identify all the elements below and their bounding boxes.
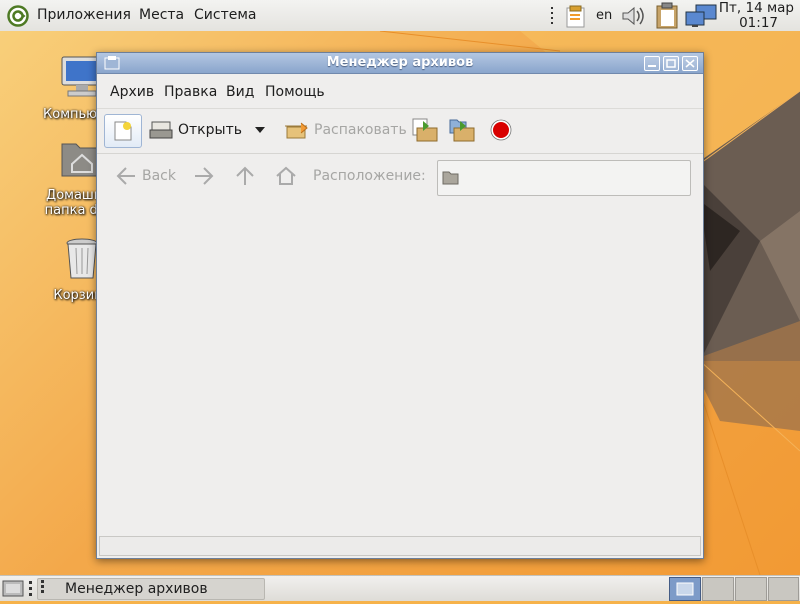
distro-logo-icon[interactable] <box>7 5 29 31</box>
panel-separator-icon <box>551 7 555 28</box>
stop-button[interactable] <box>490 114 512 146</box>
extract-icon <box>285 122 308 139</box>
clipboard-applet-icon[interactable] <box>561 4 589 32</box>
open-button-label: Открыть <box>178 122 242 138</box>
clock-date: Пт, 14 мар <box>718 0 794 16</box>
toolbar: Открыть Распаковать <box>97 109 703 154</box>
menu-applications[interactable]: Приложения <box>37 7 131 23</box>
workspace-window-icon <box>676 582 694 596</box>
location-label: Расположение: <box>313 168 426 184</box>
up-arrow-icon <box>236 166 254 185</box>
panel-handle-icon <box>29 581 33 601</box>
add-files-button[interactable] <box>411 114 439 146</box>
add-folder-icon <box>449 119 475 142</box>
minimize-button[interactable] <box>644 56 660 71</box>
open-dropdown-button[interactable] <box>253 114 267 146</box>
home-icon <box>276 166 296 185</box>
keyboard-layout-indicator[interactable]: en <box>596 8 612 23</box>
menubar: Архив Правка Вид Помощь <box>97 74 703 109</box>
taskbar-item-archive-manager[interactable]: Менеджер архивов <box>37 578 265 600</box>
back-button-label: Back <box>142 168 176 184</box>
workspace-4[interactable] <box>768 577 799 601</box>
menu-system[interactable]: Система <box>194 7 256 23</box>
show-desktop-button[interactable] <box>2 578 24 602</box>
bottom-panel: Менеджер архивов <box>0 575 800 601</box>
clipboard-manager-icon[interactable] <box>654 2 682 33</box>
extract-button-label: Распаковать <box>314 122 407 138</box>
open-archive-icon <box>149 121 173 139</box>
chevron-down-icon <box>255 127 265 133</box>
menu-archive[interactable]: Архив <box>110 84 154 100</box>
add-folder-button[interactable] <box>448 114 476 146</box>
new-archive-button[interactable] <box>104 114 142 148</box>
new-document-icon <box>114 121 132 141</box>
up-button[interactable] <box>234 160 256 192</box>
minimize-icon <box>648 65 656 67</box>
extract-button[interactable]: Распаковать <box>283 114 407 146</box>
menu-view[interactable]: Вид <box>226 84 254 100</box>
close-button[interactable] <box>682 56 698 71</box>
forward-button[interactable] <box>193 160 215 192</box>
top-panel: Приложения Места Система en Пт, 14 мар 0… <box>0 0 800 32</box>
workspace-2[interactable] <box>702 577 734 601</box>
window-titlebar[interactable]: Менеджер архивов <box>97 53 703 74</box>
home-button[interactable] <box>275 160 297 192</box>
statusbar <box>99 536 701 556</box>
location-field[interactable] <box>437 160 691 196</box>
forward-arrow-icon <box>195 167 214 185</box>
status-text <box>100 538 104 552</box>
menu-edit[interactable]: Правка <box>164 84 217 100</box>
taskbar-item-label: Менеджер архивов <box>65 581 208 597</box>
archive-manager-window: Менеджер архивов Архив Правка Вид Помощь… <box>96 52 704 559</box>
menu-places[interactable]: Места <box>139 7 184 23</box>
open-button[interactable]: Открыть <box>149 114 242 146</box>
clock-time: 01:17 <box>739 15 778 31</box>
volume-icon[interactable] <box>619 4 647 32</box>
maximize-button[interactable] <box>663 56 679 71</box>
menu-help[interactable]: Помощь <box>265 84 325 100</box>
close-icon <box>685 59 695 68</box>
stop-icon <box>490 119 512 141</box>
location-bar: Back Расположение: <box>97 154 703 198</box>
back-arrow-icon <box>116 167 135 185</box>
window-title: Менеджер архивов <box>326 55 474 70</box>
show-desktop-icon <box>2 580 24 597</box>
archive-contents-area[interactable] <box>97 196 703 536</box>
maximize-icon <box>666 59 676 68</box>
taskbar-handle-icon <box>41 580 45 598</box>
clock[interactable]: Пт, 14 мар 01:17 <box>708 1 794 31</box>
add-files-icon <box>412 118 438 142</box>
workspace-3[interactable] <box>735 577 767 601</box>
workspace-1[interactable] <box>669 577 701 601</box>
folder-icon <box>442 171 459 185</box>
back-button[interactable]: Back <box>115 160 176 192</box>
